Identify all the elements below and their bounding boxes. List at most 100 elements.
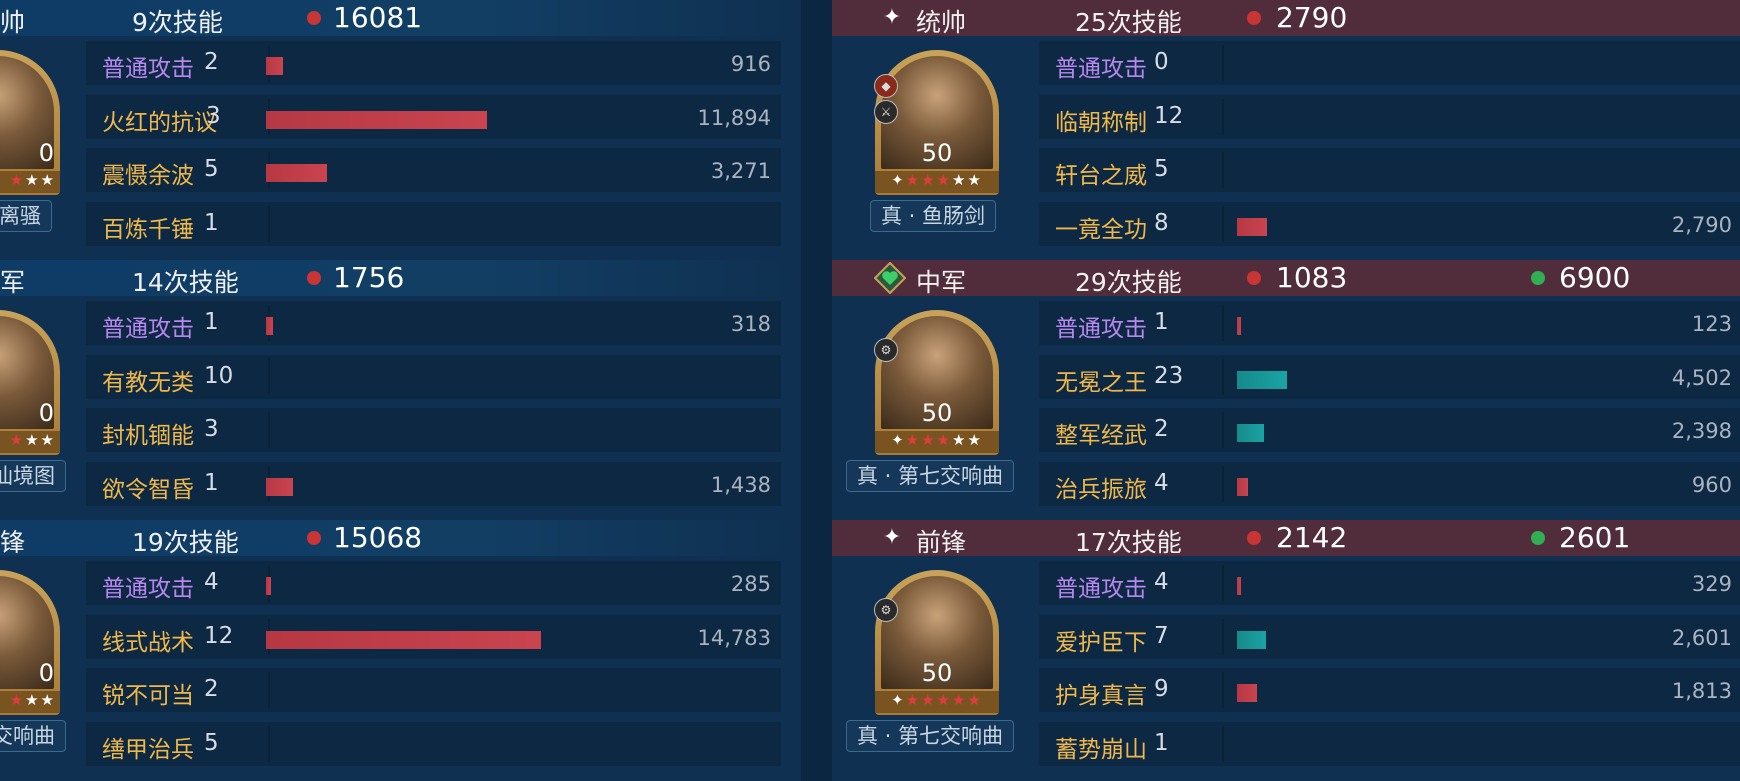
skill-row[interactable]: 缮甲治兵 5 xyxy=(86,721,781,766)
cast-count: 8 xyxy=(1154,209,1169,236)
heal-total: 2601 xyxy=(1559,521,1631,554)
hero-level: 0 xyxy=(38,139,54,167)
cast-count: 10 xyxy=(204,362,234,389)
hero-portrait[interactable]: 0 ★★★ xyxy=(0,310,60,455)
damage-total: 16081 xyxy=(333,1,423,34)
damage-dot-icon xyxy=(307,271,321,285)
cast-count: 1 xyxy=(204,309,219,335)
normal-attack-label: 普通攻击 xyxy=(102,316,194,342)
skill-row[interactable]: 普通攻击 2 916 xyxy=(86,41,781,85)
normal-attack-label: 普通攻击 xyxy=(102,56,194,82)
damage-bar xyxy=(1237,477,1248,496)
heal-bar xyxy=(1237,630,1266,649)
skill-name: 蓄势崩山 xyxy=(1055,736,1147,763)
skill-row[interactable]: 轩台之威 5 xyxy=(1039,148,1740,192)
cast-count: 1 xyxy=(204,209,219,236)
skill-row[interactable]: 临朝称制 12 xyxy=(1039,94,1740,139)
skill-row[interactable]: 治兵振旅 4 960 xyxy=(1039,461,1740,506)
skill-row[interactable]: 无冕之王 23 4,502 xyxy=(1039,354,1740,399)
hero-portrait[interactable]: 0 ★★★ xyxy=(0,570,60,715)
skill-row[interactable]: 整军经武 2 2,398 xyxy=(1039,408,1740,452)
skill-row[interactable]: 普通攻击 1 318 xyxy=(86,301,781,345)
hero-role: 军 xyxy=(0,268,26,297)
skill-value: 14,783 xyxy=(697,625,771,650)
skill-value: 11,894 xyxy=(697,105,771,130)
equipment-label[interactable]: 七交响曲 xyxy=(0,720,66,752)
hero-header: 锋 19次技能 15068 xyxy=(0,520,801,557)
equipment-label[interactable]: 真 · 第七交响曲 xyxy=(846,460,1015,492)
skill-row[interactable]: 蓄势崩山 1 xyxy=(1039,721,1740,766)
skill-name: 一竟全功 xyxy=(1055,216,1147,243)
damage-bar xyxy=(266,477,293,496)
normal-attack-label: 普通攻击 xyxy=(1055,316,1147,342)
skill-name: 火红的抗议 xyxy=(102,109,217,136)
cast-count: 3 xyxy=(204,416,219,442)
star-rating: ✦★★★★★ xyxy=(875,431,999,453)
equipment-label[interactable]: 真 · 鱼肠剑 xyxy=(870,200,997,232)
damage-dot-icon xyxy=(307,531,321,545)
skill-value: 285 xyxy=(730,572,771,596)
skill-value: 318 xyxy=(730,312,771,336)
hero-role: 统帅 xyxy=(916,8,967,37)
hero-level: 50 xyxy=(921,659,953,687)
cast-count: 7 xyxy=(1154,622,1169,649)
damage-bar xyxy=(266,630,541,649)
equipment-label[interactable]: 离骚 xyxy=(0,200,52,232)
skill-row[interactable]: 有教无类 10 xyxy=(86,354,781,399)
skill-row[interactable]: 震慑余波 5 3,271 xyxy=(86,148,781,192)
skill-row[interactable]: 封机锢能 3 xyxy=(86,408,781,452)
hero-role: 中军 xyxy=(916,268,967,297)
column-divider xyxy=(268,358,270,395)
column-divider xyxy=(1222,412,1224,448)
equipment-label[interactable]: 真 · 第七交响曲 xyxy=(846,720,1015,752)
left-team-panel: 帅 9次技能 16081 0 ★★★ 离骚 普通攻击 2 916 火红的抗议 3 11,8… xyxy=(0,0,801,781)
damage-bar xyxy=(266,110,487,129)
skill-row[interactable]: 普通攻击 4 329 xyxy=(1039,561,1740,605)
skill-value: 329 xyxy=(1691,572,1732,596)
heal-dot-icon xyxy=(1531,271,1545,285)
skill-name: 整军经武 xyxy=(1055,423,1147,449)
cast-count: 12 xyxy=(1154,102,1184,129)
hero-portrait[interactable]: 50 ✦★★★★★ xyxy=(875,310,999,455)
skill-row[interactable]: 普通攻击 1 123 xyxy=(1039,301,1740,345)
skill-value: 3,271 xyxy=(710,159,771,183)
heal-total: 6900 xyxy=(1559,261,1631,294)
star-rating: ✦★★★★★ xyxy=(875,171,999,193)
cast-count: 3 xyxy=(206,102,221,129)
hero-portrait[interactable]: 50 ✦★★★★★ xyxy=(875,50,999,195)
skill-row[interactable]: 普通攻击 0 xyxy=(1039,41,1740,85)
cast-count: 0 xyxy=(1154,49,1169,75)
skill-row[interactable]: 火红的抗议 3 11,894 xyxy=(86,94,781,139)
cast-count: 2 xyxy=(204,49,219,75)
skill-row[interactable]: 一竟全功 8 2,790 xyxy=(1039,201,1740,246)
skill-row[interactable]: 线式战术 12 14,783 xyxy=(86,614,781,659)
skill-row[interactable]: 锐不可当 2 xyxy=(86,668,781,712)
skill-row[interactable]: 爱护臣下 7 2,601 xyxy=(1039,614,1740,659)
hero-role: 前锋 xyxy=(916,528,967,557)
normal-attack-label: 普通攻击 xyxy=(102,576,194,602)
hero-header: 军 14次技能 1756 xyxy=(0,260,801,297)
hero-section: 中军 29次技能 1083 6900 50 ✦★★★★★ ⚙ 真 · 第七交响曲… xyxy=(832,260,1740,520)
skill-count: 14次技能 xyxy=(132,268,239,297)
skill-row[interactable]: 普通攻击 4 285 xyxy=(86,561,781,605)
cast-count: 5 xyxy=(204,729,219,756)
hero-portrait[interactable]: 50 ✦★★★★★ xyxy=(875,570,999,715)
cast-count: 12 xyxy=(204,622,234,649)
skill-value: 2,790 xyxy=(1671,212,1732,237)
damage-bar xyxy=(1237,577,1241,595)
skill-row[interactable]: 护身真言 9 1,813 xyxy=(1039,668,1740,712)
hero-portrait[interactable]: 0 ★★★ xyxy=(0,50,60,195)
damage-total: 15068 xyxy=(333,521,423,554)
heal-bar xyxy=(1237,424,1264,442)
skill-row[interactable]: 百炼千锤 1 xyxy=(86,201,781,246)
sparkle-icon: ✦ xyxy=(882,525,902,550)
skill-name: 无冕之王 xyxy=(1055,369,1147,396)
hero-section: 帅 9次技能 16081 0 ★★★ 离骚 普通攻击 2 916 火红的抗议 3 11,8… xyxy=(0,0,801,260)
skill-row[interactable]: 欲令智昏 1 1,438 xyxy=(86,461,781,506)
cast-count: 2 xyxy=(1154,416,1169,442)
cast-count: 4 xyxy=(204,569,219,595)
equipment-label[interactable]: 源仙境图 xyxy=(0,460,66,492)
right-team-panel: ✦ 统帅 25次技能 2790 50 ✦★★★★★ ◆ ⚔ 真 · 鱼肠剑 普通… xyxy=(832,0,1740,781)
cast-count: 23 xyxy=(1154,362,1184,389)
skill-name: 护身真言 xyxy=(1055,683,1147,709)
